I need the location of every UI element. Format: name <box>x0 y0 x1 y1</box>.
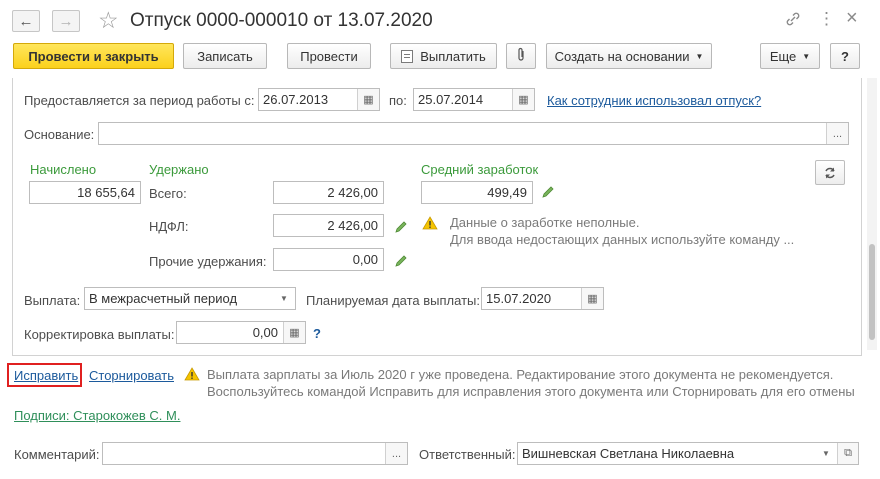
period-label: Предоставляется за период работы с: <box>24 93 255 108</box>
comment-label: Комментарий: <box>14 447 100 462</box>
post-button[interactable]: Провести <box>287 43 371 69</box>
payment-select[interactable]: В межрасчетный период ▼ <box>84 287 296 310</box>
calculator-icon[interactable]: ▦ <box>283 322 305 343</box>
accrued-label: Начислено <box>30 162 97 177</box>
forward-button[interactable]: → <box>52 10 80 32</box>
scrollbar[interactable] <box>867 78 877 350</box>
edit-warning-line1: Выплата зарплаты за Июль 2020 г уже пров… <box>207 367 834 382</box>
period-to-field[interactable]: 25.07.2014 ▦ <box>413 88 535 111</box>
back-button[interactable]: ← <box>12 10 40 32</box>
responsible-value: Вишневская Светлана Николаевна <box>522 446 735 461</box>
other-withholdings-label: Прочие удержания: <box>149 254 267 269</box>
withheld-label: Удержано <box>149 162 209 177</box>
pencil-icon[interactable] <box>541 185 555 199</box>
basis-select-button[interactable]: ... <box>826 123 848 144</box>
scrollbar-thumb[interactable] <box>869 244 875 340</box>
payment-value: В межрасчетный период <box>89 291 238 306</box>
pay-document-icon <box>401 49 414 63</box>
period-to-label: по: <box>389 93 407 108</box>
correction-value: 0,00 <box>252 325 278 340</box>
paperclip-icon <box>515 47 527 65</box>
refresh-icon <box>825 167 835 178</box>
refresh-button[interactable] <box>815 160 845 185</box>
favorite-star-icon[interactable]: ☆ <box>98 8 119 32</box>
create-based-on-button[interactable]: Создать на основании ▼ <box>546 43 712 69</box>
comment-field[interactable]: ... <box>102 442 408 465</box>
arrow-right-icon: → <box>58 12 74 30</box>
comment-open-button[interactable]: ... <box>385 443 407 464</box>
planned-date-field[interactable]: 15.07.2020 ▦ <box>481 287 604 310</box>
basis-field[interactable]: ... <box>98 122 849 145</box>
warning-icon <box>422 216 438 230</box>
more-button-label: Еще <box>769 48 797 64</box>
vacation-usage-link[interactable]: Как сотрудник использовал отпуск? <box>547 93 761 108</box>
calendar-icon[interactable]: ▦ <box>512 89 534 110</box>
fix-link[interactable]: Исправить <box>14 368 78 383</box>
chevron-down-icon: ▼ <box>695 51 704 61</box>
withheld-total-label: Всего: <box>149 186 187 201</box>
pay-button-label: Выплатить <box>420 48 486 64</box>
arrow-left-icon: ← <box>18 12 34 30</box>
attach-button[interactable] <box>506 43 536 69</box>
window-title: Отпуск 0000-000010 от 13.07.2020 <box>130 10 433 31</box>
correction-field[interactable]: 0,00 ▦ <box>176 321 306 344</box>
other-withholdings-field[interactable]: 0,00 <box>273 248 384 271</box>
storno-link[interactable]: Сторнировать <box>89 368 174 383</box>
pay-button[interactable]: Выплатить <box>390 43 497 69</box>
chevron-down-icon[interactable]: ▼ <box>815 443 837 464</box>
accrued-field[interactable]: 18 655,64 <box>29 181 141 204</box>
avg-earnings-field[interactable]: 499,49 <box>421 181 533 204</box>
create-based-on-label: Создать на основании <box>554 48 690 64</box>
period-from-field[interactable]: 26.07.2013 ▦ <box>258 88 380 111</box>
warning-icon <box>184 367 200 381</box>
pencil-icon[interactable] <box>394 220 408 234</box>
edit-warning-line2: Воспользуйтесь командой Исправить для ис… <box>207 384 855 399</box>
close-icon[interactable]: × <box>846 7 858 29</box>
pencil-icon[interactable] <box>394 254 408 268</box>
open-icon[interactable]: ⧉ <box>837 443 858 464</box>
avg-warning-line1: Данные о заработке неполные. <box>450 215 640 230</box>
signatures-link[interactable]: Подписи: Старокожев С. М. <box>14 408 180 423</box>
help-button[interactable]: ? <box>830 43 860 69</box>
save-button[interactable]: Записать <box>183 43 267 69</box>
payment-label: Выплата: <box>24 293 81 308</box>
correction-help-icon[interactable]: ? <box>313 326 321 341</box>
avg-warning-line2[interactable]: Для ввода недостающих данных используйте… <box>450 231 794 248</box>
more-button[interactable]: Еще ▼ <box>760 43 820 69</box>
basis-label: Основание: <box>24 127 95 142</box>
planned-date-label: Планируемая дата выплаты: <box>306 293 480 308</box>
avg-earnings-label: Средний заработок <box>421 162 539 177</box>
withheld-total-field[interactable]: 2 426,00 <box>273 181 384 204</box>
chevron-down-icon[interactable]: ▼ <box>273 288 295 309</box>
more-vertical-icon[interactable]: ⋮ <box>818 9 835 29</box>
ndfl-label: НДФЛ: <box>149 219 189 234</box>
responsible-select[interactable]: Вишневская Светлана Николаевна ▼ ⧉ <box>517 442 859 465</box>
post-and-close-button[interactable]: Провести и закрыть <box>13 43 174 69</box>
ndfl-field[interactable]: 2 426,00 <box>273 214 384 237</box>
chevron-down-icon: ▼ <box>802 51 811 61</box>
link-icon[interactable] <box>784 10 802 28</box>
period-to-value: 25.07.2014 <box>418 92 484 107</box>
responsible-label: Ответственный: <box>419 447 516 462</box>
correction-label: Корректировка выплаты: <box>24 327 175 342</box>
period-from-value: 26.07.2013 <box>263 92 329 107</box>
planned-date-value: 15.07.2020 <box>486 291 552 306</box>
calendar-icon[interactable]: ▦ <box>357 89 379 110</box>
calendar-icon[interactable]: ▦ <box>581 288 603 309</box>
